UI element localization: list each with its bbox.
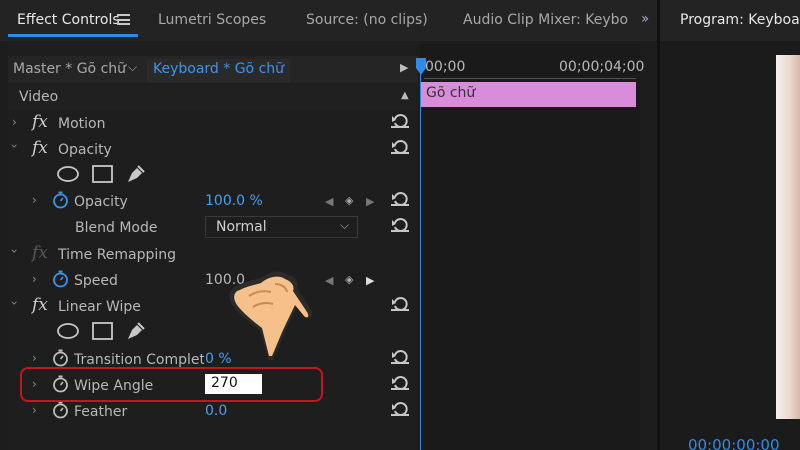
effect-opacity-label: Opacity: [58, 142, 112, 158]
blend-mode-select[interactable]: Normal ⌵: [205, 216, 358, 238]
collapse-chevron-icon[interactable]: ›: [7, 301, 21, 306]
stopwatch-active-icon[interactable]: [52, 191, 69, 209]
video-section-header: Video ▲: [8, 85, 418, 111]
linear-wipe-mask-tools: [8, 319, 418, 345]
reset-icon[interactable]: [391, 191, 409, 207]
timeline-end-time: 00;00;04;00: [559, 59, 645, 75]
reset-icon[interactable]: [391, 139, 409, 155]
expand-chevron-icon[interactable]: ›: [32, 193, 37, 207]
add-keyframe-icon[interactable]: ◈: [345, 194, 353, 207]
sequence-clip-label[interactable]: Keyboard * Gõ chữ: [147, 59, 291, 82]
panel-tab-bar: Effect Controls Lumetri Scopes Source: (…: [0, 0, 800, 41]
rectangle-mask-icon[interactable]: [92, 322, 113, 340]
chevron-down-icon: ⌵: [340, 218, 350, 232]
opacity-mask-tools: [8, 162, 418, 188]
ellipse-mask-icon[interactable]: [56, 322, 80, 340]
tab-overflow-icon[interactable]: ››: [641, 11, 649, 27]
param-opacity-label: Opacity: [74, 194, 128, 210]
expand-chevron-icon[interactable]: ›: [32, 403, 37, 417]
stopwatch-icon[interactable]: [52, 401, 69, 419]
program-video-frame: [776, 55, 800, 419]
opacity-value[interactable]: 100.0 %: [205, 193, 263, 209]
reset-icon[interactable]: [391, 401, 409, 417]
reset-icon[interactable]: [391, 296, 409, 312]
fx-icon[interactable]: fx: [32, 295, 48, 315]
next-keyframe-icon[interactable]: ▶: [366, 195, 374, 208]
tab-source[interactable]: Source: (no clips): [306, 12, 428, 28]
effect-motion-label: Motion: [58, 116, 106, 132]
reset-icon[interactable]: [391, 113, 409, 129]
effect-time-remapping[interactable]: › fx Time Remapping: [7, 241, 418, 267]
param-transition-completion-label: Transition Complet...: [74, 352, 204, 368]
collapse-chevron-icon[interactable]: ›: [7, 144, 21, 149]
tab-program-monitor[interactable]: Program: Keyboard: [680, 12, 800, 28]
reset-icon[interactable]: [391, 217, 409, 233]
expand-chevron-icon[interactable]: ›: [32, 351, 37, 365]
timeline-ruler: [424, 78, 636, 80]
timeline-start-time: 00;00: [425, 59, 466, 75]
next-keyframe-icon[interactable]: ▶: [366, 274, 374, 287]
param-opacity: › Opacity 100.0 % ◀ ◈ ▶: [8, 188, 418, 214]
expand-chevron-icon[interactable]: ›: [32, 272, 37, 286]
param-speed-label: Speed: [74, 273, 118, 289]
expand-chevron-icon[interactable]: ›: [12, 115, 17, 129]
previous-keyframe-icon[interactable]: ◀: [325, 195, 333, 208]
tab-audio-clip-mixer[interactable]: Audio Clip Mixer: Keybo: [463, 12, 637, 28]
tab-lumetri-scopes[interactable]: Lumetri Scopes: [158, 12, 266, 28]
blend-mode-value: Normal: [216, 219, 267, 235]
collapse-up-icon[interactable]: ▲: [401, 90, 409, 101]
effect-opacity[interactable]: › fx Opacity: [7, 136, 418, 162]
param-blend-mode: Blend Mode Normal ⌵: [8, 214, 418, 240]
stopwatch-icon[interactable]: [52, 349, 69, 367]
add-keyframe-icon[interactable]: ◈: [345, 273, 353, 286]
blend-mode-label: Blend Mode: [75, 220, 158, 236]
timeline-clip[interactable]: Gõ chữ: [421, 82, 636, 107]
master-clip-label: Master * Gõ chữ: [13, 61, 127, 77]
video-section-label: Video: [19, 89, 59, 105]
program-timecode[interactable]: 00;00;00;00: [688, 436, 780, 450]
effect-linear-wipe[interactable]: › fx Linear Wipe: [7, 293, 418, 319]
pen-mask-icon[interactable]: [125, 163, 147, 185]
stopwatch-active-icon[interactable]: [52, 270, 69, 288]
ellipse-mask-icon[interactable]: [56, 165, 80, 183]
wipe-angle-highlight: [20, 367, 323, 402]
active-tab-indicator: [8, 34, 138, 37]
param-speed: › Speed 100.0 ◀ ◈ ▶: [8, 267, 418, 293]
rectangle-mask-icon[interactable]: [92, 165, 113, 183]
wipe-angle-input[interactable]: 270: [205, 374, 262, 394]
feather-value[interactable]: 0.0: [205, 403, 227, 419]
reset-icon[interactable]: [391, 349, 409, 365]
pen-mask-icon[interactable]: [125, 320, 147, 342]
reset-icon[interactable]: [391, 375, 409, 391]
pointing-hand-icon: [229, 271, 313, 360]
fx-icon[interactable]: fx: [32, 112, 48, 132]
previous-keyframe-icon[interactable]: ◀: [325, 274, 333, 287]
playhead-icon[interactable]: [415, 58, 427, 76]
param-feather-label: Feather: [74, 404, 128, 420]
tab-effect-controls[interactable]: Effect Controls: [17, 12, 120, 28]
effect-motion[interactable]: › fx Motion: [8, 110, 418, 136]
effect-time-remapping-label: Time Remapping: [58, 247, 177, 263]
panel-menu-icon[interactable]: [117, 14, 130, 25]
chevron-down-icon[interactable]: ⌵: [128, 60, 137, 75]
play-only-clip-icon[interactable]: ▶: [400, 61, 408, 74]
fx-icon-disabled: fx: [32, 243, 48, 263]
fx-icon[interactable]: fx: [32, 138, 48, 158]
playhead-line: [420, 60, 421, 450]
collapse-chevron-icon[interactable]: ›: [7, 249, 21, 254]
clip-selector-bar: Master * Gõ chữ ⌵ Keyboard * Gõ chữ ▶: [8, 56, 418, 83]
effect-linear-wipe-label: Linear Wipe: [58, 299, 141, 315]
